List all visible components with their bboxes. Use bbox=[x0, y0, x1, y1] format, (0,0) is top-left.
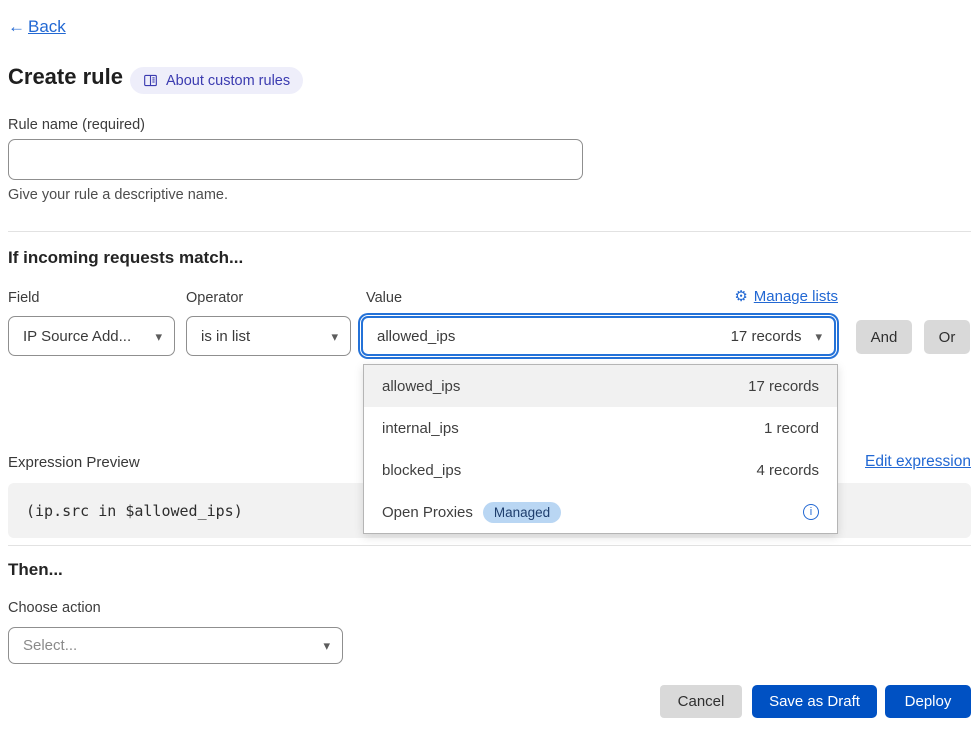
chevron-down-icon: ▾ bbox=[155, 330, 162, 343]
rule-name-label: Rule name (required) bbox=[8, 117, 145, 133]
or-button[interactable]: Or bbox=[924, 320, 970, 354]
expression-code: (ip.src in $allowed_ips) bbox=[26, 502, 243, 520]
chevron-down-icon: ▾ bbox=[331, 330, 338, 343]
rule-name-input[interactable] bbox=[8, 139, 583, 180]
value-select[interactable]: allowed_ips 17 records ▾ bbox=[361, 316, 836, 356]
chevron-down-icon: ▾ bbox=[323, 639, 330, 652]
list-item-internal-ips[interactable]: internal_ips 1 record bbox=[364, 407, 837, 449]
action-select[interactable]: Select... ▾ bbox=[8, 627, 343, 664]
save-as-draft-button[interactable]: Save as Draft bbox=[752, 685, 877, 718]
info-icon[interactable]: i bbox=[803, 504, 819, 520]
field-select-value: IP Source Add... bbox=[23, 328, 131, 345]
about-custom-rules-label: About custom rules bbox=[166, 73, 290, 89]
list-item-name: internal_ips bbox=[382, 420, 459, 437]
section-divider bbox=[8, 545, 971, 546]
rule-name-helper-text: Give your rule a descriptive name. bbox=[8, 187, 228, 203]
back-arrow-icon: ← bbox=[8, 17, 25, 37]
choose-action-label: Choose action bbox=[8, 600, 101, 616]
list-item-record-count: 17 records bbox=[748, 378, 819, 395]
list-item-open-proxies[interactable]: Open Proxies Managed i bbox=[364, 491, 837, 533]
value-label: Value bbox=[366, 290, 402, 306]
section-divider bbox=[8, 231, 971, 232]
managed-badge: Managed bbox=[483, 502, 561, 523]
operator-select-value: is in list bbox=[201, 328, 250, 345]
and-button[interactable]: And bbox=[856, 320, 912, 354]
list-item-name: Open Proxies bbox=[382, 504, 473, 521]
gear-icon: ⚙ bbox=[734, 289, 747, 304]
action-select-placeholder: Select... bbox=[23, 637, 77, 654]
list-item-blocked-ips[interactable]: blocked_ips 4 records bbox=[364, 449, 837, 491]
operator-label: Operator bbox=[186, 290, 243, 306]
match-section-heading: If incoming requests match... bbox=[8, 248, 243, 268]
field-select[interactable]: IP Source Add... ▾ bbox=[8, 316, 175, 356]
chevron-down-icon: ▾ bbox=[815, 330, 822, 343]
operator-select[interactable]: is in list ▾ bbox=[186, 316, 351, 356]
book-icon bbox=[143, 73, 158, 88]
expression-preview-label: Expression Preview bbox=[8, 454, 140, 471]
list-item-record-count: 1 record bbox=[764, 420, 819, 437]
value-select-record-count: 17 records bbox=[731, 328, 802, 345]
back-link[interactable]: ← Back bbox=[8, 17, 66, 37]
page-title: Create rule bbox=[8, 64, 123, 90]
field-label: Field bbox=[8, 290, 39, 306]
list-item-record-count: 4 records bbox=[756, 462, 819, 479]
manage-lists-label: Manage lists bbox=[754, 288, 838, 305]
list-item-name: allowed_ips bbox=[382, 378, 460, 395]
deploy-button[interactable]: Deploy bbox=[885, 685, 971, 718]
cancel-button[interactable]: Cancel bbox=[660, 685, 742, 718]
value-dropdown-panel: allowed_ips 17 records internal_ips 1 re… bbox=[363, 364, 838, 534]
value-select-value: allowed_ips bbox=[377, 328, 455, 345]
manage-lists-link[interactable]: ⚙ Manage lists bbox=[734, 288, 838, 305]
back-link-label: Back bbox=[28, 17, 66, 37]
edit-expression-link[interactable]: Edit expression bbox=[865, 453, 971, 471]
list-item-name: blocked_ips bbox=[382, 462, 461, 479]
about-custom-rules-link[interactable]: About custom rules bbox=[130, 67, 303, 94]
list-item-allowed-ips[interactable]: allowed_ips 17 records bbox=[364, 365, 837, 407]
then-section-heading: Then... bbox=[8, 560, 63, 580]
